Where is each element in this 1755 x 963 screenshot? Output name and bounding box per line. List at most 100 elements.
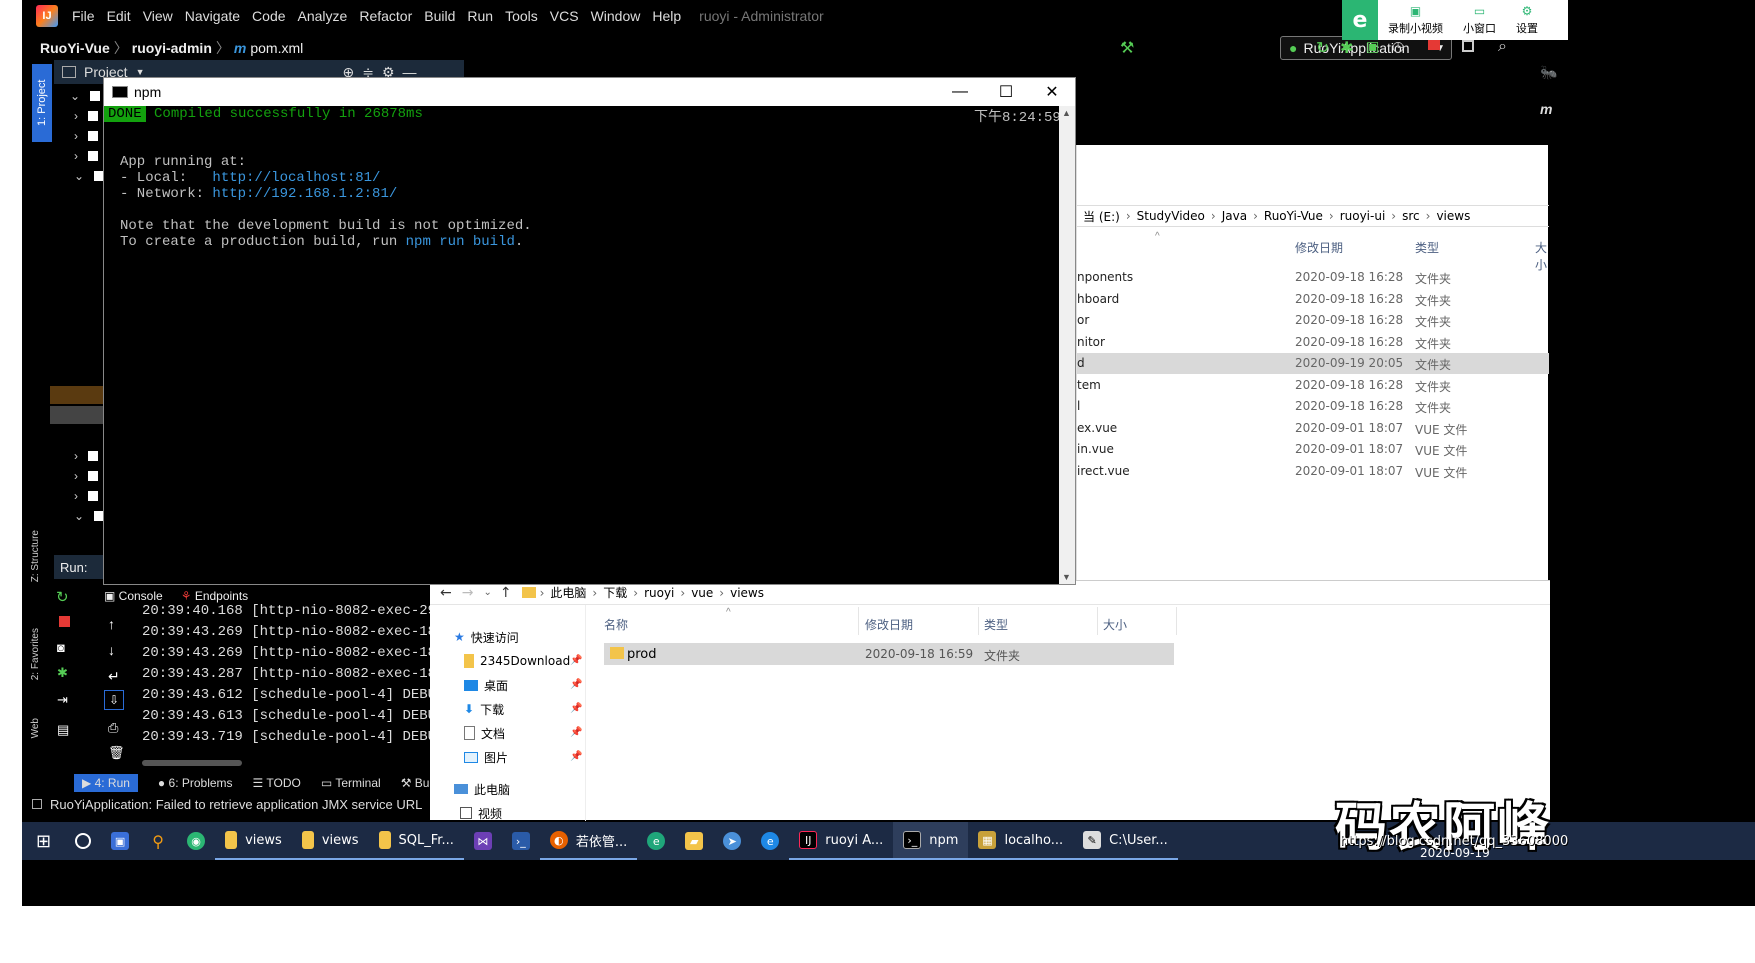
arrow-down-icon[interactable]: ↓ (108, 642, 115, 658)
terminal-output[interactable]: DONE Compiled successfully in 26878ms 下午… (104, 106, 1061, 584)
nav-pictures[interactable]: 图片 (464, 747, 508, 767)
breadcrumb-studyvideo[interactable]: StudyVideo (1137, 209, 1205, 223)
tool-terminal[interactable]: ▭ Terminal (321, 776, 381, 790)
taskbar-intellij[interactable]: IJ ruoyi A... (789, 822, 894, 860)
taskbar-localhost[interactable]: ▦ localho... (968, 822, 1074, 860)
taskbar-edge-dev[interactable]: e (637, 822, 675, 860)
project-tool-tab[interactable]: 1: Project (32, 64, 52, 142)
menu-edit[interactable]: Edit (101, 8, 137, 24)
tool-problems[interactable]: ● 6: Problems (158, 776, 233, 790)
favorites-tool-tab[interactable]: 2: Favorites (30, 628, 41, 680)
breadcrumb-ruoyi-ui[interactable]: ruoyi-ui (1340, 209, 1386, 223)
pin-icon[interactable]: 📌 (570, 751, 582, 762)
camera-icon[interactable]: ◙ (57, 640, 65, 655)
tool-todo[interactable]: ☰ TODO (253, 776, 301, 790)
tab-console[interactable]: ▣ Console (104, 589, 163, 603)
file-row[interactable]: l 2020-09-18 16:28 文件夹 (1077, 396, 1549, 417)
nav-2345download[interactable]: 2345Download (464, 651, 570, 671)
nav-desktop[interactable]: 桌面 (464, 675, 508, 695)
menu-build[interactable]: Build (418, 8, 461, 24)
menu-run[interactable]: Run (461, 8, 499, 24)
print-icon[interactable]: ⎙ (108, 720, 118, 736)
file-row[interactable]: nponents 2020-09-18 16:28 文件夹 (1077, 267, 1549, 288)
taskbar-cmd-user[interactable]: ✎ C:\User... (1073, 822, 1178, 860)
pin-icon[interactable]: 📌 (570, 655, 582, 666)
file-row[interactable]: d 2020-09-19 20:05 文件夹 (1077, 353, 1549, 374)
file-row[interactable]: in.vue 2020-09-01 18:07 VUE 文件 (1077, 439, 1549, 460)
tool-run[interactable]: ▶ 4: Run (74, 774, 138, 792)
chevron-down-icon[interactable]: ⌄ (483, 587, 491, 598)
breadcrumb-file[interactable]: pom.xml (250, 40, 303, 56)
taskbar-app[interactable]: ⚲ (139, 822, 177, 860)
menu-file[interactable]: File (66, 8, 101, 24)
breadcrumb-module[interactable]: ruoyi-admin (132, 40, 212, 56)
trash-icon[interactable]: 🗑 (108, 745, 125, 761)
menu-help[interactable]: Help (646, 8, 687, 24)
scroll-up-icon[interactable]: ▲ (1062, 108, 1071, 118)
breadcrumb-project[interactable]: RuoYi-Vue (40, 40, 110, 56)
breadcrumb-vue[interactable]: vue (691, 586, 713, 600)
maximize-button[interactable]: ☐ (983, 78, 1029, 106)
breadcrumb-views[interactable]: views (730, 586, 764, 600)
settings-button[interactable]: ⚙ 设置 (1506, 4, 1548, 36)
column-divider[interactable] (1176, 607, 1177, 635)
exit-icon[interactable]: ⇥ (57, 692, 68, 708)
column-header-type[interactable]: 类型 (984, 616, 1008, 633)
scroll-down-icon[interactable]: ▼ (1062, 572, 1071, 582)
tab-endpoints[interactable]: ⚘ Endpoints (181, 589, 248, 603)
start-button[interactable]: ⊞ (22, 822, 65, 860)
nav-documents[interactable]: 文档 (464, 723, 505, 743)
taskbar-app[interactable]: ▣ (101, 822, 139, 860)
breadcrumb-java[interactable]: Java (1222, 209, 1247, 223)
column-header-type[interactable]: 类型 (1415, 239, 1439, 256)
menu-window[interactable]: Window (585, 8, 647, 24)
breadcrumb-ruoyi[interactable]: ruoyi (644, 586, 674, 600)
scroll-to-end-icon[interactable]: ⇩ (104, 690, 124, 710)
nav-this-pc[interactable]: 此电脑 (454, 779, 510, 799)
column-divider[interactable] (978, 607, 979, 635)
column-divider[interactable] (858, 607, 859, 635)
file-row-selected[interactable]: prod 2020-09-18 16:59 文件夹 (604, 643, 1174, 665)
menu-analyze[interactable]: Analyze (292, 8, 354, 24)
pin-icon[interactable]: 📌 (570, 703, 582, 714)
back-icon[interactable]: ← (440, 585, 452, 601)
web-tool-tab[interactable]: Web (30, 718, 41, 738)
breadcrumb-ruoyi-vue[interactable]: RuoYi-Vue (1264, 209, 1323, 223)
menu-vcs[interactable]: VCS (544, 8, 585, 24)
cortana-button[interactable] (65, 822, 101, 860)
file-row[interactable]: or 2020-09-18 16:28 文件夹 (1077, 310, 1549, 331)
taskbar-app[interactable]: ◉ (177, 822, 215, 860)
column-header-name[interactable]: 名称 (604, 616, 628, 633)
menu-code[interactable]: Code (246, 8, 291, 24)
structure-tool-tab[interactable]: Z: Structure (30, 530, 41, 582)
taskbar-app[interactable]: ➤ (713, 822, 751, 860)
up-icon[interactable]: ↑ (500, 585, 512, 601)
nav-quick-access[interactable]: ★ 快速访问 (454, 627, 519, 647)
rerun-icon[interactable]: ↻ (56, 588, 69, 606)
debug-icon[interactable]: ✱ (1340, 38, 1353, 58)
menu-navigate[interactable]: Navigate (179, 8, 246, 24)
record-video-button[interactable]: ▣ 录制小视频 (1378, 4, 1453, 36)
taskbar-views-2[interactable]: views (291, 822, 369, 860)
minimize-button[interactable]: — (937, 78, 983, 106)
close-button[interactable]: ✕ (1029, 78, 1075, 106)
npm-title-bar[interactable]: npm — ☐ ✕ (104, 78, 1075, 106)
taskbar-npm[interactable]: ›_ npm (893, 822, 969, 860)
breadcrumb-drive[interactable]: 当 (E:) (1083, 208, 1120, 225)
arrow-up-icon[interactable]: ↑ (108, 616, 115, 632)
breadcrumb-views[interactable]: views (1436, 209, 1470, 223)
ant-icon[interactable]: 🐜 (1540, 64, 1560, 81)
forward-icon[interactable]: → (462, 585, 474, 601)
project-structure-icon[interactable] (1462, 40, 1474, 52)
menu-view[interactable]: View (137, 8, 179, 24)
chevron-down-icon[interactable]: ▼ (136, 67, 145, 77)
soft-wrap-icon[interactable]: ↵ (108, 668, 120, 685)
file-row[interactable]: tem 2020-09-18 16:28 文件夹 (1077, 375, 1549, 396)
file-row[interactable]: irect.vue 2020-09-01 18:07 VUE 文件 (1077, 461, 1549, 482)
column-header-date[interactable]: 修改日期 (1295, 239, 1343, 256)
stop-icon[interactable] (59, 616, 70, 627)
terminal-scrollbar[interactable]: ▲ ▼ (1059, 106, 1075, 584)
nav-videos[interactable]: 视频 (460, 803, 502, 823)
file-row[interactable]: ex.vue 2020-09-01 18:07 VUE 文件 (1077, 418, 1549, 439)
explorer-address-bar[interactable]: 当 (E:) › StudyVideo › Java › RuoYi-Vue › ruo… (1077, 205, 1549, 227)
